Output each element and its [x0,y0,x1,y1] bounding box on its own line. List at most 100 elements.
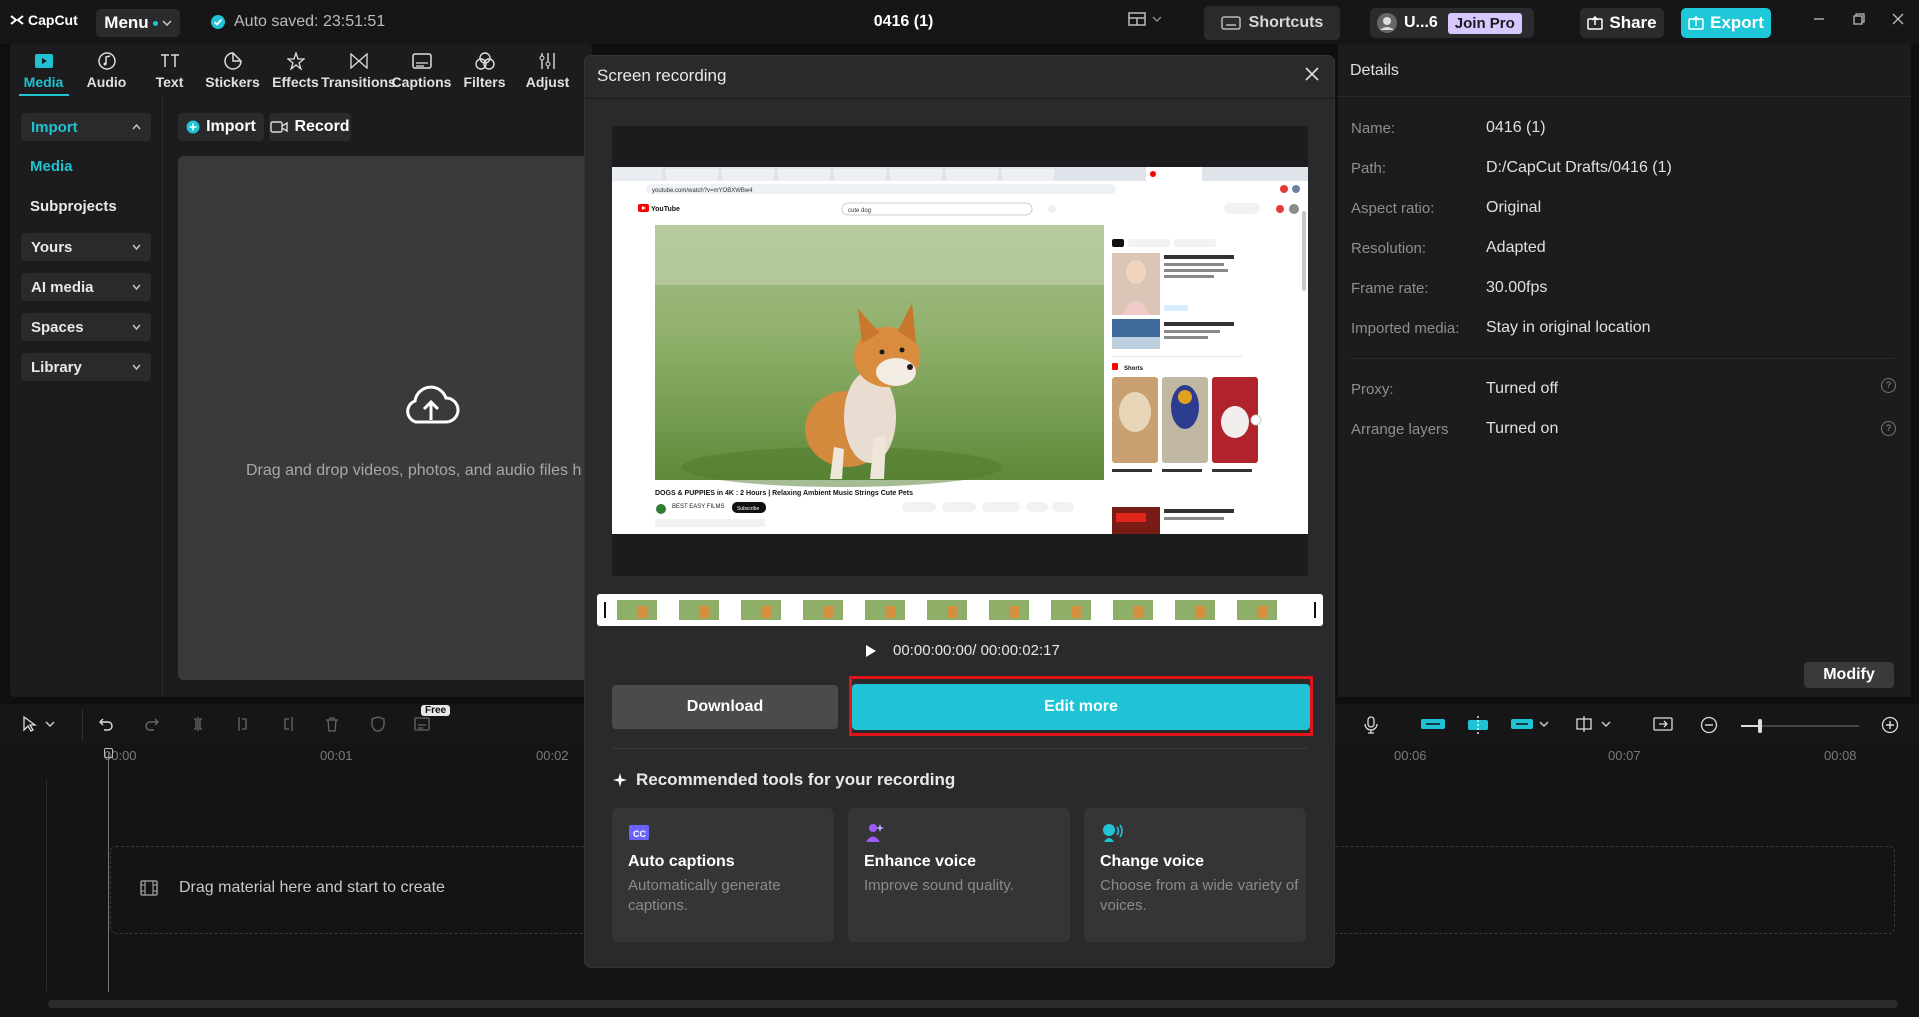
detail-value: Original [1486,199,1541,217]
undo-icon[interactable] [98,716,114,732]
ruler-label: 00:08 [1824,748,1857,763]
detail-label: Aspect ratio: [1351,200,1434,217]
detail-value: Turned off [1486,380,1558,398]
playback-timecode: 00:00:00:00/ 00:00:02:17 [893,642,1060,659]
chevron-down-icon [132,324,141,330]
filters-icon [475,52,495,70]
sidebar-item-spaces[interactable]: Spaces [21,313,151,341]
captions-icon [412,53,432,69]
detail-value: Stay in original location [1486,319,1651,337]
camera-icon [270,120,288,134]
track-header-divider [46,779,47,991]
search-query: cute dog [848,208,871,214]
join-pro-badge[interactable]: Join Pro [1448,13,1522,34]
minimize-icon[interactable] [1812,12,1826,26]
subscribe-label: Subscribe [737,506,759,512]
tab-captions[interactable]: Captions [390,47,453,96]
timeline-scrollbar[interactable] [48,1000,1898,1008]
card-description: Improve sound quality. [864,876,1064,896]
card-title: Enhance voice [864,853,976,871]
zoom-out-icon[interactable] [1700,716,1718,734]
microphone-icon[interactable] [1364,716,1378,734]
detail-label: Frame rate: [1351,280,1429,297]
channel-name: BEST EASY FILMS [672,504,724,510]
sidebar-item-media[interactable]: Media [30,158,73,175]
zoom-in-icon[interactable] [1881,716,1899,734]
cloud-upload-icon [402,382,460,428]
select-cursor-icon[interactable] [22,716,56,732]
help-icon[interactable]: ? [1881,378,1896,393]
import-button[interactable]: Import [178,113,264,141]
playhead[interactable] [108,752,109,992]
media-dropzone[interactable] [178,156,590,680]
modify-button[interactable]: Modify [1804,662,1894,688]
detail-label: Proxy: [1351,381,1394,398]
help-icon[interactable]: ? [1881,421,1896,436]
main-track-magnet-icon[interactable] [1420,716,1446,732]
detail-value: Turned on [1486,420,1558,438]
tab-audio[interactable]: Audio [75,47,138,96]
link-icon[interactable] [1510,716,1550,732]
export-button[interactable]: Export [1681,8,1771,38]
export-icon [1688,16,1704,30]
tab-filters[interactable]: Filters [453,47,516,96]
shield-icon[interactable] [370,716,386,732]
address-url: youtube.com/watch?v=mYOBXWBw4 [652,188,753,194]
media-sidebar [10,96,163,696]
details-panel [1338,44,1911,697]
edit-more-button[interactable]: Edit more [852,684,1310,730]
zoom-slider-handle[interactable] [1758,719,1762,733]
record-button[interactable]: Record [269,113,351,141]
sidebar-item-subprojects[interactable]: Subprojects [30,198,117,215]
project-title: 0416 (1) [0,13,1807,31]
sidebar-item-library[interactable]: Library [21,353,151,381]
preview-axis-icon[interactable] [1574,716,1614,732]
split-icon[interactable] [190,716,206,732]
restore-icon[interactable] [1852,12,1866,26]
recorded-browser-screenshot: youtube.com/watch?v=mYOBXWBw4 YouTube cu… [612,167,1308,534]
chevron-down-icon [132,364,141,370]
layout-icon [1128,12,1146,26]
play-icon[interactable] [865,644,877,658]
track-drop-text: Drag material here and start to create [179,879,445,897]
adjust-icon [539,52,557,70]
media-icon [34,53,54,69]
close-window-icon[interactable] [1891,12,1905,26]
sidebar-item-import[interactable]: Import [21,113,151,141]
layout-button[interactable] [1128,12,1162,26]
close-icon[interactable] [1305,67,1319,81]
redo-icon[interactable] [144,716,160,732]
split-left-icon[interactable] [235,716,251,732]
sidebar-item-ai-media[interactable]: AI media [21,273,151,301]
video-title: DOGS & PUPPIES in 4K : 2 Hours | Relaxin… [655,490,913,497]
detail-label: Path: [1351,160,1386,177]
playhead-handle[interactable] [104,748,113,758]
auto-snap-icon[interactable] [1465,716,1491,734]
audio-icon [98,52,116,70]
shortcuts-button[interactable]: Shortcuts [1204,6,1340,40]
share-icon [1587,16,1603,30]
sidebar-item-yours[interactable]: Yours [21,233,151,261]
split-right-icon[interactable] [280,716,296,732]
tab-media[interactable]: Media [12,47,75,96]
fit-screen-icon[interactable] [1653,716,1673,732]
tab-transitions[interactable]: Transitions [327,47,390,96]
tab-effects[interactable]: Effects [264,47,327,96]
tab-adjust[interactable]: Adjust [516,47,579,96]
detail-label: Imported media: [1351,320,1459,337]
trim-filmstrip[interactable] [597,594,1323,626]
free-badge: Free [421,705,450,716]
download-button[interactable]: Download [612,685,838,729]
avatar [1376,12,1398,34]
tab-stickers[interactable]: Stickers [201,47,264,96]
dialog-title: Screen recording [597,66,726,86]
delete-icon[interactable] [324,716,340,732]
auto-caption-tool-icon[interactable] [414,716,432,732]
card-description: Automatically generate captions. [628,876,828,916]
enhance-voice-icon [864,822,886,844]
share-button[interactable]: Share [1580,8,1664,38]
detail-value: 0416 (1) [1486,119,1546,137]
tab-text[interactable]: Text [138,47,201,96]
change-voice-icon [1100,822,1124,844]
user-account[interactable]: U...6 Join Pro [1370,8,1534,38]
